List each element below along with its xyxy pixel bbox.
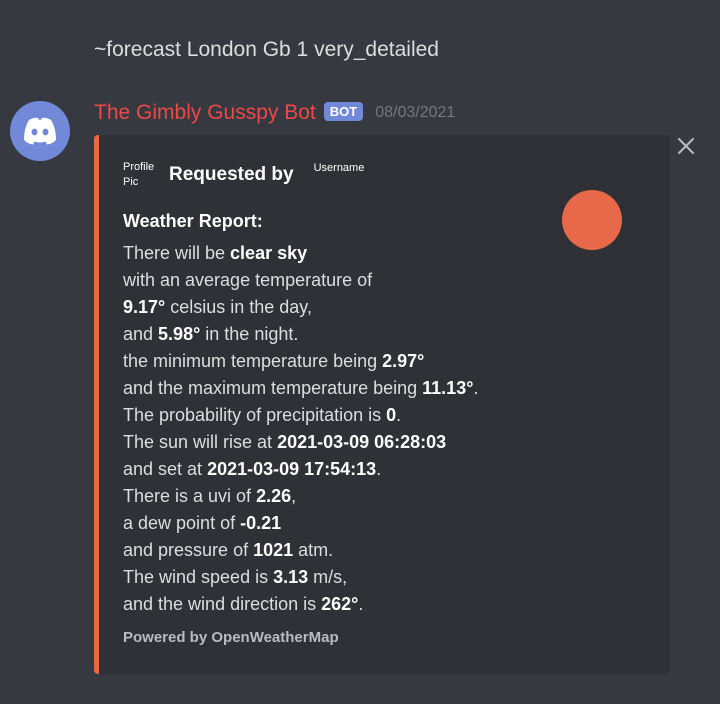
embed-author: Profile Pic Requested by Username — [123, 160, 364, 190]
weather-text: celsius in the day, — [165, 297, 312, 317]
weather-line: and pressure of 1021 atm. — [123, 537, 478, 564]
weather-text: There will be — [123, 243, 231, 263]
author-username[interactable]: Username — [314, 162, 365, 174]
weather-value: 2021-03-09 06:28:03 — [277, 432, 447, 452]
message-timestamp: 08/03/2021 — [375, 104, 456, 121]
weather-value: 9.17° — [123, 297, 166, 317]
weather-line: with an average temperature of — [123, 267, 478, 294]
weather-value: 3.13 — [273, 567, 309, 587]
weather-line: There will be clear sky — [123, 240, 478, 267]
weather-line: the minimum temperature being 2.97° — [123, 348, 478, 375]
close-icon[interactable] — [676, 136, 696, 156]
weather-text: The sun will rise at — [123, 432, 278, 452]
weather-line: and set at 2021-03-09 17:54:13. — [123, 456, 478, 483]
weather-value: 262° — [321, 594, 359, 614]
discord-logo-icon — [24, 117, 56, 145]
weather-value: 5.98° — [158, 324, 201, 344]
embed-thumbnail — [562, 190, 622, 250]
weather-text: . — [358, 594, 364, 614]
weather-value: -0.21 — [240, 513, 282, 533]
weather-value: 11.13° — [422, 378, 474, 398]
weather-value: 2.26 — [256, 486, 292, 506]
weather-text: and the wind direction is — [123, 594, 322, 614]
weather-line: The wind speed is 3.13 m/s, — [123, 564, 478, 591]
weather-line: The sun will rise at 2021-03-09 06:28:03 — [123, 429, 478, 456]
weather-text: and — [123, 324, 159, 344]
bot-avatar[interactable] — [10, 101, 70, 161]
weather-value: 2021-03-09 17:54:13 — [207, 459, 377, 479]
weather-line: a dew point of -0.21 — [123, 510, 478, 537]
author-label: Requested by — [169, 164, 294, 185]
embed-title: Weather Report: — [123, 211, 263, 231]
weather-text: There is a uvi of — [123, 486, 257, 506]
weather-text: The probability of precipitation is — [123, 405, 387, 425]
bot-badge: BOT — [323, 101, 364, 121]
weather-value: 2.97° — [382, 351, 425, 371]
weather-text: . — [396, 405, 402, 425]
bot-username[interactable]: The Gimbly Gusspy Bot — [94, 101, 316, 125]
weather-text: The wind speed is — [123, 567, 274, 587]
weather-text: and set at — [123, 459, 208, 479]
weather-text: in the night. — [200, 324, 299, 344]
weather-value: clear sky — [230, 243, 308, 263]
weather-line: There is a uvi of 2.26, — [123, 483, 478, 510]
weather-text: the minimum temperature being — [123, 351, 383, 371]
command-message: ~forecast London Gb 1 very_detailed — [94, 38, 439, 61]
weather-line: and 5.98° in the night. — [123, 321, 478, 348]
weather-embed: Profile Pic Requested by Username Weathe… — [94, 135, 670, 674]
weather-text: . — [473, 378, 479, 398]
message-header: The Gimbly Gusspy Bot BOT 08/03/2021 — [94, 101, 455, 125]
embed-description: There will be clear sky with an average t… — [123, 240, 478, 618]
weather-text: and the maximum temperature being — [123, 378, 423, 398]
embed-footer: Powered by OpenWeatherMap — [123, 629, 339, 646]
weather-text: atm. — [293, 540, 334, 560]
weather-line: 9.17° celsius in the day, — [123, 294, 478, 321]
weather-value: 0 — [386, 405, 397, 425]
weather-text: . — [376, 459, 382, 479]
weather-value: 1021 — [253, 540, 294, 560]
weather-text: m/s, — [308, 567, 348, 587]
weather-text: , — [291, 486, 297, 506]
weather-line: and the wind direction is 262°. — [123, 591, 478, 618]
author-profile-pic: Profile Pic — [123, 161, 155, 188]
weather-line: The probability of precipitation is 0. — [123, 402, 478, 429]
weather-line: and the maximum temperature being 11.13°… — [123, 375, 478, 402]
weather-text: a dew point of — [123, 513, 241, 533]
weather-text: and pressure of — [123, 540, 254, 560]
weather-text: with an average temperature of — [123, 270, 373, 290]
